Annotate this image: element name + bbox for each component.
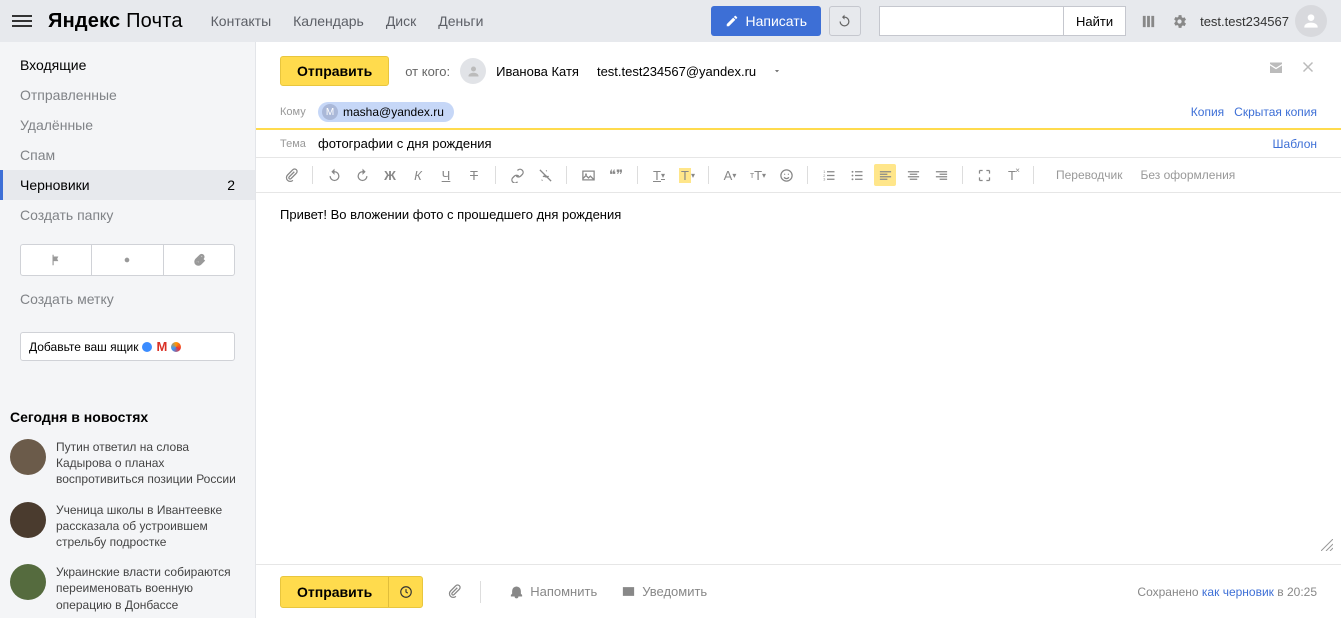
schedule-send-icon[interactable] [388, 577, 422, 607]
nav-money[interactable]: Деньги [438, 13, 483, 29]
color-icon[interactable]: T▾ [648, 164, 670, 186]
flag-action[interactable] [21, 245, 92, 275]
compose-pane: Отправить от кого: Иванова Катя test.tes… [256, 42, 1341, 618]
subject-label: Тема [280, 138, 318, 150]
clear-format-icon[interactable]: T× [1001, 164, 1023, 186]
from-email[interactable]: test.test234567@yandex.ru [597, 64, 756, 79]
news-item[interactable]: Ученица школы в Ивантеевке рассказала об… [0, 498, 255, 561]
close-icon[interactable] [1299, 58, 1317, 76]
numlist-icon[interactable]: 123 [818, 164, 840, 186]
username[interactable]: test.test234567 [1200, 14, 1289, 29]
underline-icon[interactable]: Ч [435, 164, 457, 186]
compose-icon [725, 14, 739, 28]
attach-icon[interactable] [280, 164, 302, 186]
dot-action[interactable] [92, 245, 163, 275]
strike-icon[interactable]: Т [463, 164, 485, 186]
send-button-top[interactable]: Отправить [280, 56, 389, 86]
format-toolbar: Ж К Ч Т ❝❞ T▾ T▾ A▾ тT▾ 123 T× [256, 158, 1341, 193]
dot-icon [120, 253, 134, 267]
create-folder[interactable]: Создать папку [0, 200, 255, 230]
cc-link[interactable]: Копия [1191, 105, 1224, 119]
recipient-chip[interactable]: Mmasha@yandex.ru [318, 102, 454, 122]
align-left-icon[interactable] [874, 164, 896, 186]
compose-button[interactable]: Написать [711, 6, 821, 36]
add-mailbox[interactable]: Добавьте ваш ящик M [20, 332, 235, 361]
folder-drafts[interactable]: Черновики2 [0, 170, 255, 200]
translator-link[interactable]: Переводчик [1056, 168, 1123, 182]
folder-sent[interactable]: Отправленные [0, 80, 255, 110]
italic-icon[interactable]: К [407, 164, 429, 186]
gear-icon[interactable] [1171, 13, 1188, 30]
template-link[interactable]: Шаблон [1273, 137, 1317, 151]
quote-icon[interactable]: ❝❞ [605, 164, 627, 186]
noformat-link[interactable]: Без оформления [1141, 168, 1236, 182]
send-button-bottom[interactable]: Отправить [280, 576, 423, 608]
svg-text:3: 3 [823, 177, 825, 181]
nav-disk[interactable]: Диск [386, 13, 416, 29]
news-heading: Сегодня в новостях [10, 409, 245, 425]
bcc-link[interactable]: Скрытая копия [1234, 105, 1317, 119]
bullist-icon[interactable] [846, 164, 868, 186]
from-avatar [460, 58, 486, 84]
resize-handle[interactable] [1321, 539, 1333, 554]
search-button[interactable]: Найти [1063, 6, 1126, 36]
font-icon[interactable]: A▾ [719, 164, 741, 186]
redo-icon[interactable] [351, 164, 373, 186]
logo[interactable]: Яндекс Почта [48, 10, 183, 33]
attach-footer[interactable] [447, 584, 462, 599]
news-item[interactable]: Украинские власти собираются переименова… [0, 560, 255, 618]
draft-link[interactable]: как черновик [1202, 585, 1274, 599]
remind-button[interactable]: Напомнить [509, 584, 597, 599]
undo-icon[interactable] [323, 164, 345, 186]
bgcolor-icon[interactable]: T▾ [676, 164, 698, 186]
menu-icon[interactable] [12, 15, 32, 27]
refresh-button[interactable] [829, 6, 861, 36]
paperclip-icon [192, 253, 206, 267]
folder-spam[interactable]: Спам [0, 140, 255, 170]
align-center-icon[interactable] [902, 164, 924, 186]
link-icon[interactable] [506, 164, 528, 186]
search-input[interactable] [879, 6, 1063, 36]
unlink-icon[interactable] [534, 164, 556, 186]
popout-icon[interactable] [1267, 58, 1285, 76]
size-icon[interactable]: тT▾ [747, 164, 769, 186]
from-name[interactable]: Иванова Катя [496, 64, 579, 79]
nav-calendar[interactable]: Календарь [293, 13, 364, 29]
notify-button[interactable]: Уведомить [621, 584, 707, 599]
message-body[interactable]: Привет! Во вложении фото с прошедшего дн… [256, 193, 1341, 564]
themes-icon[interactable] [1140, 13, 1157, 30]
news-item[interactable]: Путин ответил на слова Кадырова о планах… [0, 435, 255, 498]
to-label: Кому [280, 106, 318, 118]
user-icon [1301, 11, 1321, 31]
subject-input[interactable] [318, 136, 1273, 151]
emoji-icon[interactable] [775, 164, 797, 186]
folder-deleted[interactable]: Удалённые [0, 110, 255, 140]
create-label[interactable]: Создать метку [0, 284, 255, 314]
from-label: от кого: [405, 64, 450, 79]
chevron-down-icon[interactable] [772, 64, 782, 79]
sidebar: Входящие Отправленные Удалённые Спам Чер… [0, 42, 256, 618]
attach-action[interactable] [164, 245, 234, 275]
bold-icon[interactable]: Ж [379, 164, 401, 186]
flag-icon [49, 253, 63, 267]
image-icon[interactable] [577, 164, 599, 186]
folder-inbox[interactable]: Входящие [0, 50, 255, 80]
refresh-icon [837, 14, 852, 29]
saved-status: Сохранено как черновик в 20:25 [1137, 585, 1317, 599]
nav-contacts[interactable]: Контакты [211, 13, 271, 29]
fullscreen-icon[interactable] [973, 164, 995, 186]
avatar[interactable] [1295, 5, 1327, 37]
align-right-icon[interactable] [930, 164, 952, 186]
